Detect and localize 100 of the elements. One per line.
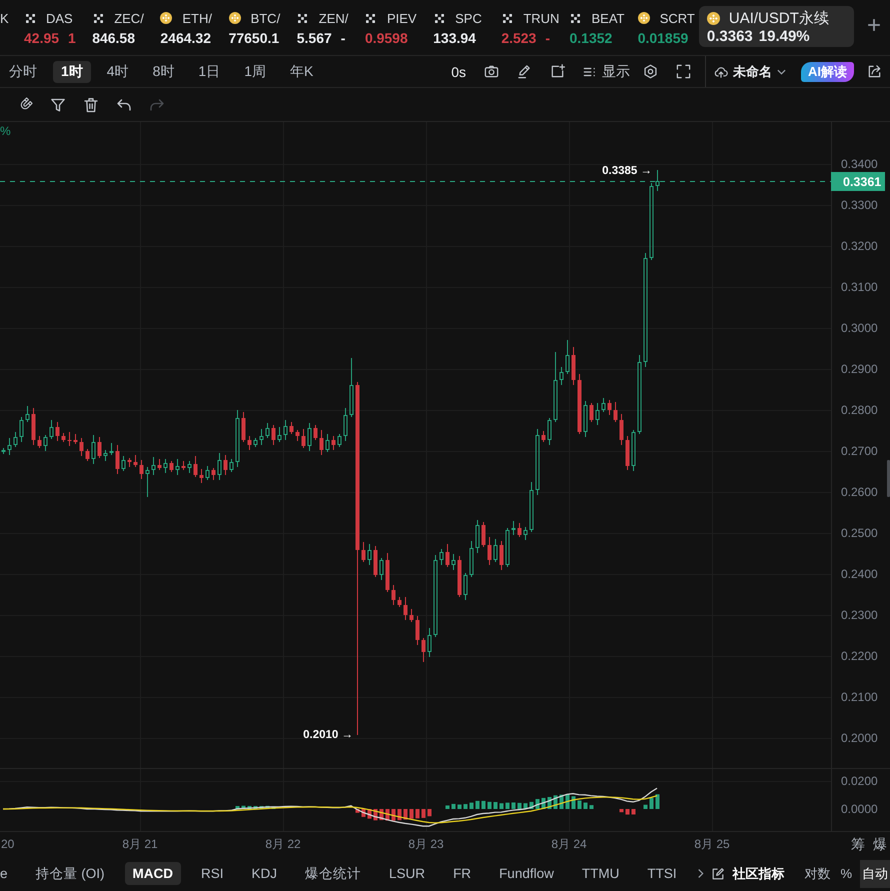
filter-icon[interactable] — [50, 96, 66, 112]
falling-candle — [590, 402, 594, 422]
layout-name-button[interactable]: 未命名 — [714, 62, 786, 80]
rising-candle — [110, 442, 114, 456]
fullscreen-icon[interactable] — [676, 64, 691, 79]
ticker-price: 0.9598 — [364, 30, 408, 46]
timeframe-tab[interactable]: 年K — [282, 60, 322, 82]
ticker-symbol[interactable]: K — [0, 10, 9, 26]
scale-option[interactable]: 自动 — [860, 860, 890, 888]
macd-histogram-bar — [506, 802, 510, 809]
coin-placeholder-icon — [366, 14, 376, 22]
pencil-icon[interactable] — [517, 64, 532, 79]
price-axis-label: 0.2000 — [841, 731, 878, 745]
timeframe-tab[interactable]: 1时 — [53, 60, 91, 82]
indicator-tab[interactable]: 持仓量 (OI) — [28, 862, 113, 885]
price-axis-label: 0.2500 — [841, 526, 878, 540]
indicator-tab[interactable]: Fundflow — [491, 862, 562, 885]
indicator-tab[interactable]: TTSI — [639, 862, 685, 885]
macd-histogram-bar — [446, 805, 450, 809]
rising-candle — [206, 466, 210, 480]
ticker-symbol[interactable]: BEAT — [592, 10, 624, 26]
indicator-tab[interactable]: MACD — [124, 862, 182, 885]
last-price-tag: 0.3361 — [831, 172, 885, 191]
falling-candle — [248, 436, 252, 450]
timeframe-tab[interactable]: 分时 — [1, 60, 45, 82]
falling-candle — [416, 616, 420, 646]
coin-icon — [228, 12, 241, 24]
falling-candle — [422, 638, 426, 662]
ticker-symbol[interactable]: PIEV — [386, 10, 417, 26]
rising-candle — [236, 410, 240, 468]
falling-candle — [116, 444, 120, 474]
timeframe-tab[interactable]: 4时 — [98, 60, 137, 82]
side-tool-label[interactable]: 筹 — [851, 836, 865, 852]
timeframe-tab[interactable]: 1周 — [236, 60, 274, 82]
ticker-symbol[interactable]: DAS — [46, 10, 73, 26]
indicator-tab[interactable]: 爆仓统计 — [297, 862, 370, 885]
rising-candle — [104, 450, 108, 462]
rising-candle — [92, 434, 96, 464]
percent-label: % — [0, 124, 11, 138]
macd-axis-label: 0.0000 — [841, 802, 878, 816]
active-ticker-tab[interactable]: UAI/USDT永续 0.3363 19.49% — [698, 6, 854, 47]
display-button[interactable]: 显示 — [583, 62, 630, 80]
low-price-marker: 0.2010 → — [303, 729, 353, 741]
ticker-symbol[interactable]: SPC — [455, 10, 482, 26]
falling-candle — [398, 596, 402, 608]
ticker-symbol[interactable]: ZEC/ — [114, 10, 144, 26]
edit-icon[interactable] — [711, 866, 726, 880]
falling-candle — [134, 454, 138, 468]
falling-candle — [404, 596, 408, 620]
community-indicators-button[interactable]: 社区指标 — [732, 864, 784, 882]
share-icon[interactable] — [867, 64, 882, 79]
ticker-symbol[interactable]: ZEN/ — [318, 10, 348, 26]
timeframe-tab[interactable]: 8时 — [144, 60, 182, 82]
undo-icon[interactable] — [116, 96, 132, 112]
macd-histogram-bar — [470, 802, 474, 809]
rising-candle — [254, 438, 258, 448]
rising-candle — [476, 520, 480, 554]
caret-icon — [777, 68, 786, 74]
ai-analysis-button[interactable]: AI解读 — [801, 62, 854, 82]
side-tool-label[interactable]: 爆 — [873, 836, 887, 852]
ticker-change: - — [545, 30, 550, 46]
indicator-tab[interactable]: FR — [445, 862, 480, 885]
ticker-symbol[interactable]: ETH/ — [182, 10, 212, 26]
rising-candle — [470, 540, 474, 578]
coin-placeholder-icon — [94, 14, 103, 22]
ticker-symbol[interactable]: SCRT — [660, 10, 695, 26]
falling-candle — [296, 430, 300, 442]
date-axis-label: 8月 24 — [551, 837, 587, 851]
timeframe-tab[interactable]: 1日 — [190, 60, 228, 82]
macd-histogram-bar — [524, 803, 528, 809]
indicator-tab[interactable]: e — [0, 862, 16, 885]
indicator-tab[interactable]: RSI — [193, 862, 232, 885]
falling-candle — [614, 402, 618, 422]
falling-candle — [320, 430, 324, 456]
rising-candle — [26, 406, 30, 422]
falling-candle — [56, 422, 60, 442]
rising-candle — [20, 416, 24, 442]
ticker-symbol[interactable]: TRUN — [523, 10, 560, 26]
macd-histogram-bar — [542, 798, 546, 809]
indicator-tab[interactable]: KDJ — [244, 862, 286, 885]
macd-histogram-bar — [584, 802, 588, 809]
ticker-symbol[interactable]: BTC/ — [250, 10, 280, 26]
add-square-icon[interactable] — [550, 64, 565, 79]
scale-option[interactable]: % — [838, 860, 854, 888]
add-tab-button[interactable]: + — [866, 12, 881, 40]
scale-option[interactable]: 对数 — [802, 860, 832, 888]
macd-histogram-bar — [500, 803, 504, 809]
indicator-tab[interactable]: TTMU — [574, 862, 628, 885]
camera-icon[interactable] — [484, 64, 499, 79]
indicator-tab[interactable]: LSUR — [381, 862, 434, 885]
ticker-price: 2.523 — [501, 30, 536, 46]
rising-candle — [176, 458, 180, 476]
settings-icon[interactable] — [643, 64, 658, 79]
trash-icon[interactable] — [83, 96, 99, 112]
falling-candle — [374, 546, 378, 578]
ticker-price: 846.58 — [92, 30, 136, 46]
falling-candle — [194, 456, 198, 478]
resize-handle[interactable] — [887, 460, 890, 497]
chevron-right-icon[interactable] — [697, 868, 704, 879]
price-axis-label: 0.3400 — [841, 157, 878, 171]
